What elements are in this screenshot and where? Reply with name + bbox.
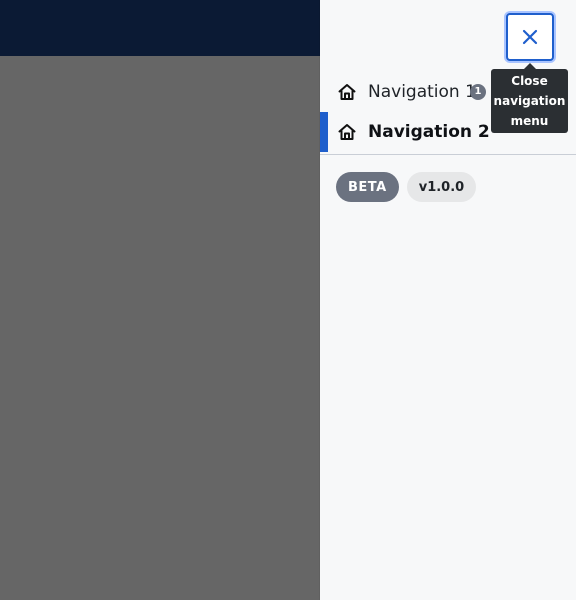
modal-scrim[interactable] — [0, 56, 320, 600]
drawer-tags: BETA v1.0.0 — [336, 172, 477, 202]
app-page: Close navigation menu Navigation 1 1 Nav… — [0, 0, 576, 600]
version-tag: v1.0.0 — [406, 172, 477, 202]
beta-tag: BETA — [336, 172, 399, 202]
close-icon — [522, 29, 538, 45]
home-icon — [338, 124, 356, 140]
nav-item-label: Navigation 2 — [368, 122, 490, 142]
home-icon — [338, 84, 356, 100]
drawer-navigation-list: Navigation 1 1 Navigation 2 — [320, 72, 576, 152]
navigation-drawer: Close navigation menu Navigation 1 1 Nav… — [320, 0, 576, 600]
drawer-divider — [320, 154, 576, 155]
nav-item-label: Navigation 1 — [368, 82, 476, 102]
notification-count-badge: 1 — [470, 84, 486, 100]
close-navigation-button[interactable] — [506, 13, 554, 61]
nav-item-navigation-2[interactable]: Navigation 2 — [320, 112, 576, 152]
nav-item-navigation-1[interactable]: Navigation 1 1 — [320, 72, 576, 112]
